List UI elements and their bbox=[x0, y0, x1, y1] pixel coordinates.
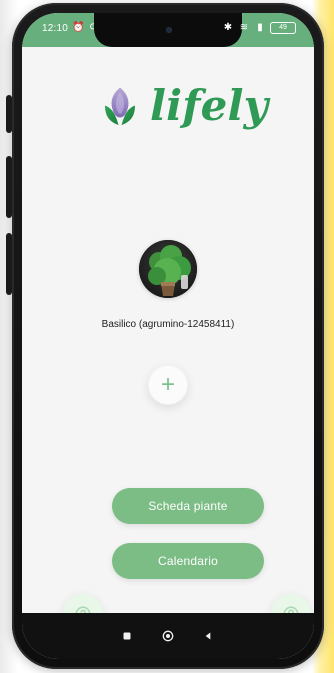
status-bar: 12:10 ⏰ ⟳ ✱ ≋ ▮ 49 bbox=[22, 13, 314, 47]
plant-photo-icon bbox=[139, 240, 197, 298]
overview-button[interactable] bbox=[118, 627, 136, 645]
plant-sheet-button[interactable]: Scheda piante bbox=[112, 488, 264, 524]
add-plant-button[interactable]: + bbox=[148, 365, 188, 405]
front-camera-icon bbox=[166, 27, 172, 33]
back-button[interactable] bbox=[199, 627, 217, 645]
side-button-bottom bbox=[6, 233, 12, 295]
back-icon bbox=[205, 632, 211, 640]
wifi-icon: ≋ bbox=[239, 22, 249, 33]
plant-sheet-label: Scheda piante bbox=[148, 499, 228, 513]
side-button-top bbox=[6, 95, 12, 133]
home-icon bbox=[162, 630, 174, 642]
phone-frame: 12:10 ⏰ ⟳ ✱ ≋ ▮ 49 bbox=[6, 3, 324, 669]
bluetooth-icon: ✱ bbox=[223, 22, 233, 33]
status-right-group: ✱ ≋ ▮ 49 bbox=[222, 22, 296, 34]
side-button-middle bbox=[6, 156, 12, 218]
overview-icon bbox=[123, 632, 131, 640]
plant-name-label: Basilico (agrumino-12458411) bbox=[101, 319, 235, 330]
battery-icon: 49 bbox=[270, 22, 296, 34]
app-logo: lifely bbox=[96, 77, 268, 137]
plus-icon: + bbox=[160, 371, 175, 398]
calendar-button[interactable]: Calendario bbox=[112, 543, 264, 579]
battery-level: 49 bbox=[279, 24, 287, 31]
home-button[interactable] bbox=[159, 627, 177, 645]
phone-screen: 12:10 ⏰ ⟳ ✱ ≋ ▮ 49 bbox=[22, 13, 314, 659]
lifely-logo-icon bbox=[105, 87, 135, 125]
system-navigation-bar bbox=[22, 613, 314, 659]
app-content: lifely Basilico (agrumino-12458411) + Sc… bbox=[22, 47, 314, 634]
signal-icon: ▮ bbox=[257, 22, 263, 33]
alarm-icon: ⏰ bbox=[72, 22, 85, 33]
app-logo-text: lifely bbox=[150, 81, 269, 130]
camera-notch bbox=[94, 13, 242, 47]
status-left-group: 12:10 ⏰ ⟳ bbox=[42, 22, 100, 34]
calendar-label: Calendario bbox=[157, 554, 219, 568]
plant-avatar[interactable] bbox=[139, 240, 197, 298]
status-time: 12:10 bbox=[42, 22, 69, 34]
